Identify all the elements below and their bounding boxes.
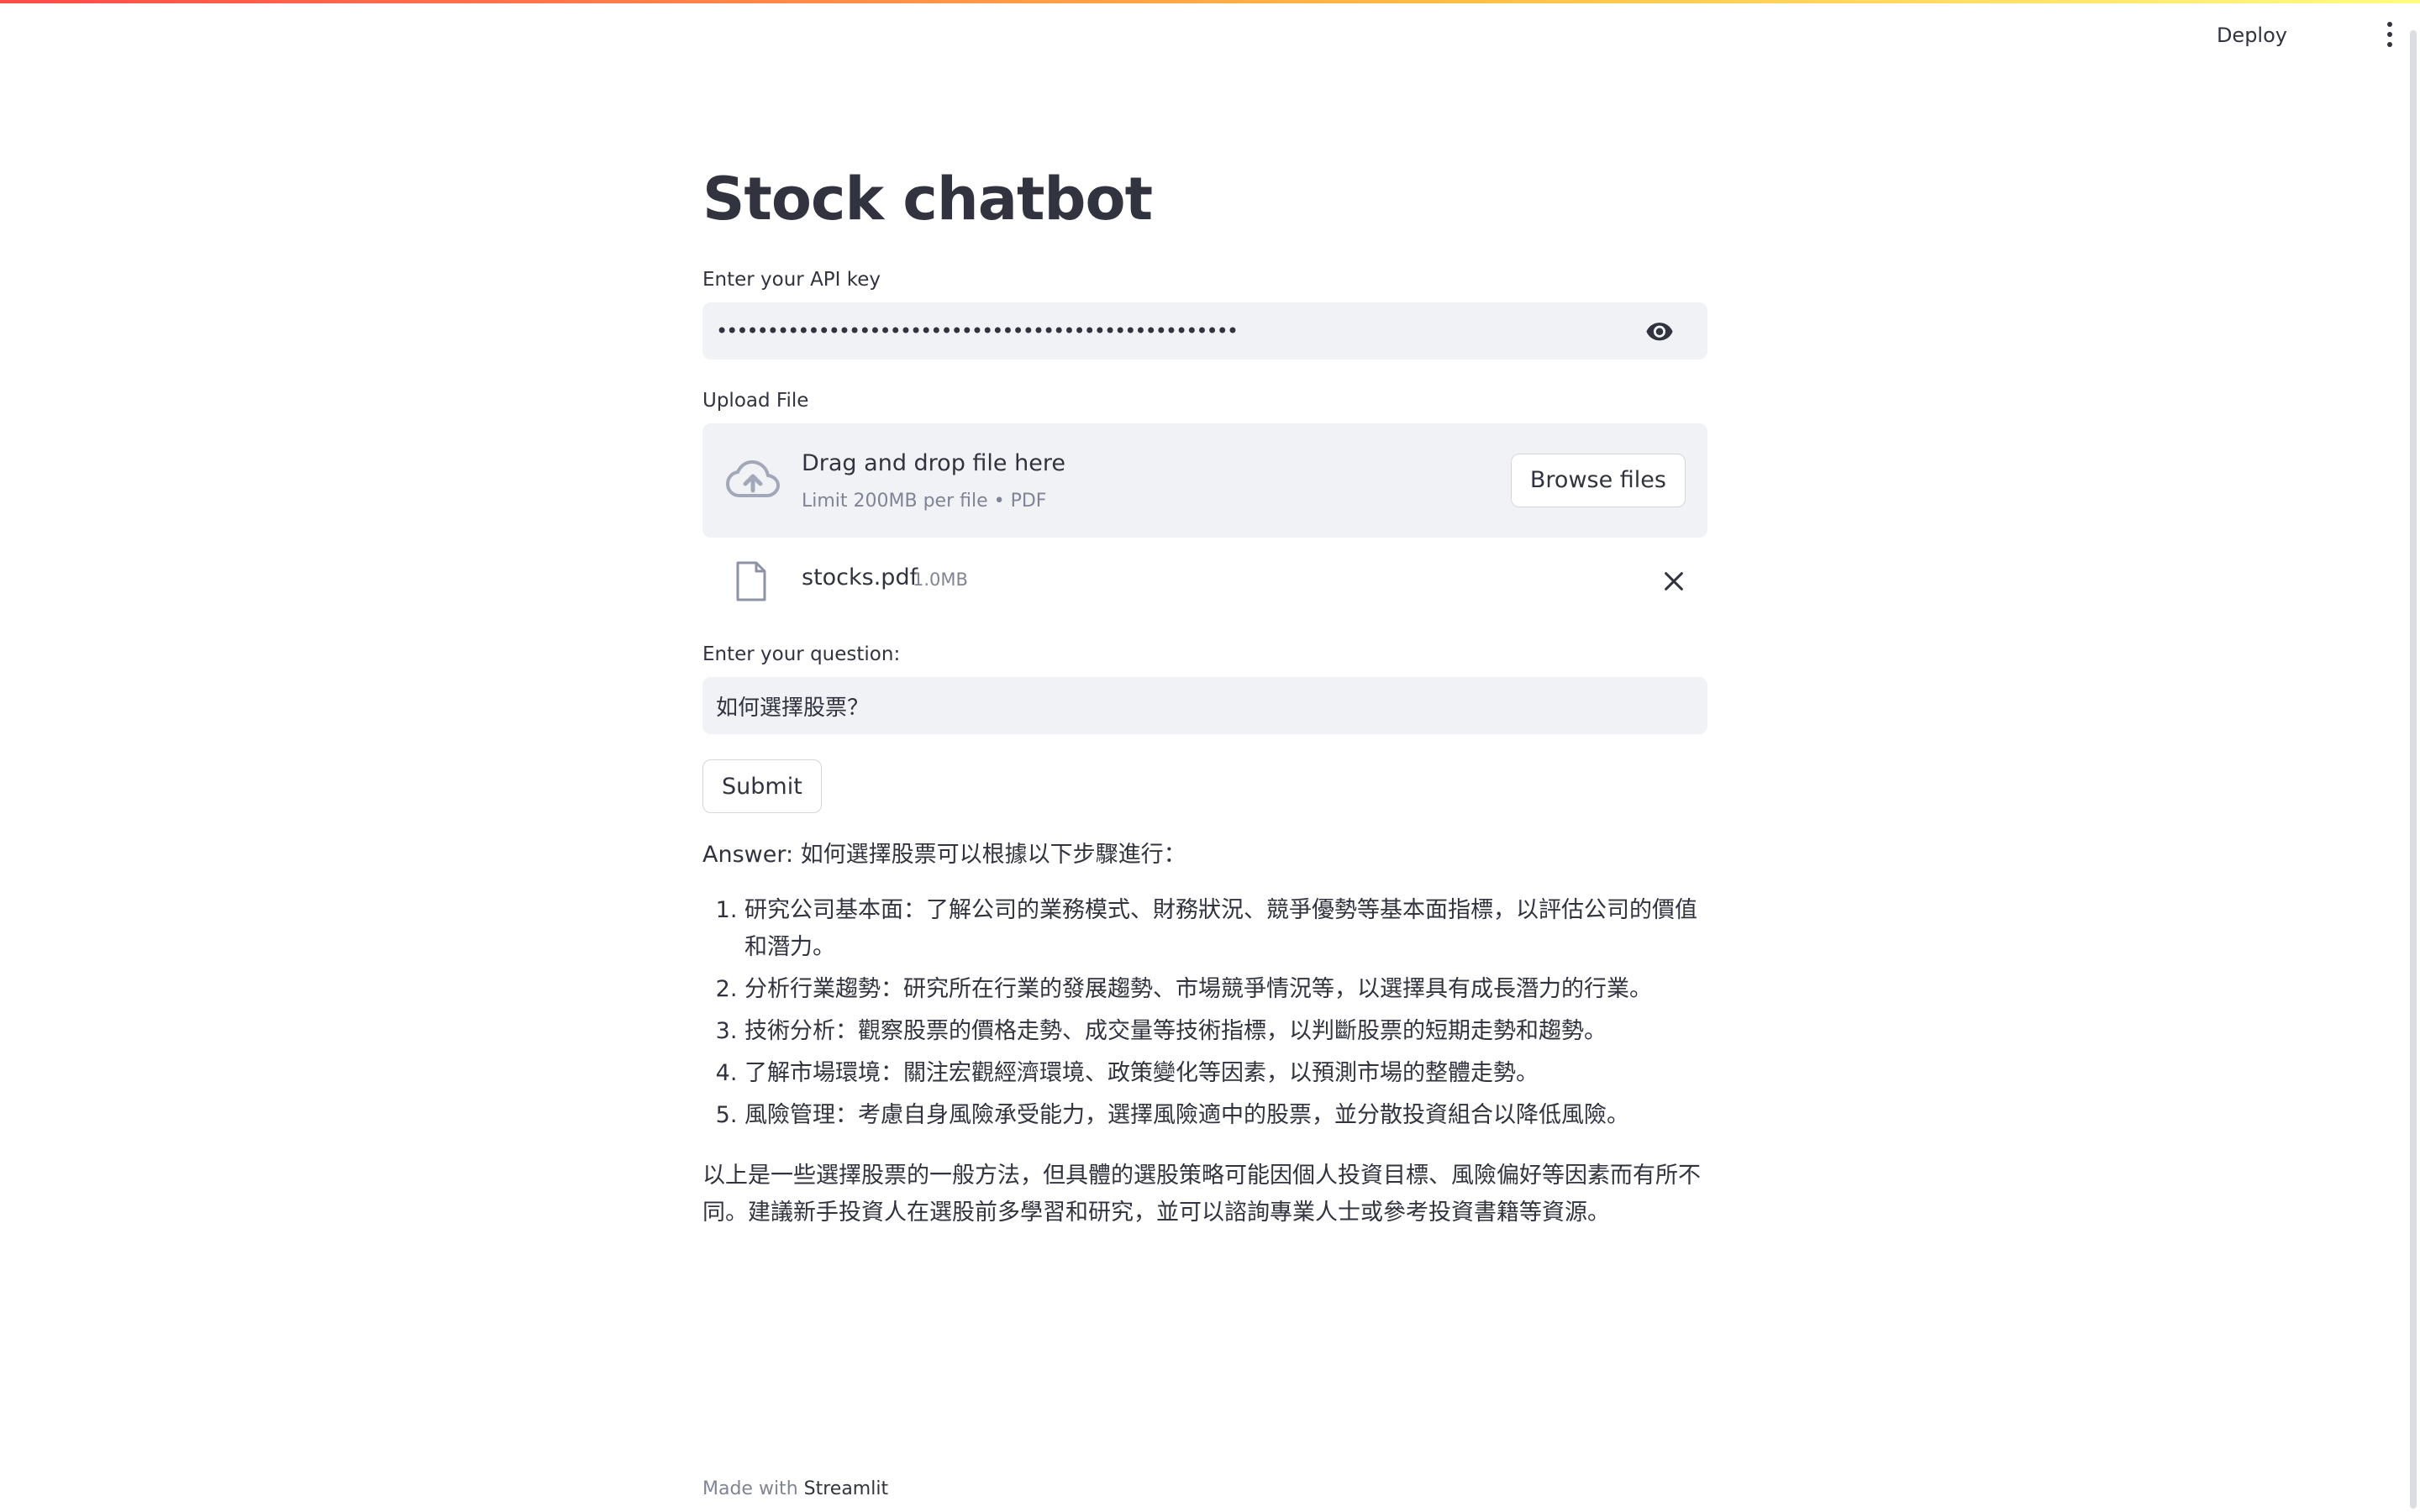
footer: Made with Streamlit <box>702 1478 888 1499</box>
question-label: Enter your question: <box>702 643 901 665</box>
dropzone-title: Drag and drop file here <box>802 450 1065 476</box>
answer-closing: 以上是一些選擇股票的一般方法，但具體的選股策略可能因個人投資目標、風險偏好等因素… <box>702 1163 1701 1226</box>
list-item: 了解市場環境：關注宏觀經濟環境、政策變化等因素，以預測市場的整體走勢。 <box>744 1055 1707 1092</box>
file-name: stocks.pdf <box>802 564 918 591</box>
api-key-input[interactable]: ••••••••••••••••••••••••••••••••••••••••… <box>702 302 1707 360</box>
answer-steps-list: 研究公司基本面：了解公司的業務模式、財務狀況、競爭優勢等基本面指標，以評估公司的… <box>702 892 1707 1134</box>
question-value: 如何選擇股票？ <box>716 695 870 721</box>
cloud-upload-icon <box>726 459 780 497</box>
file-size: 1.0MB <box>913 570 968 590</box>
api-key-label: Enter your API key <box>702 269 881 291</box>
footer-prefix: Made with <box>702 1478 798 1499</box>
list-item: 風險管理：考慮自身風險承受能力，選擇風險適中的股票，並分散投資組合以降低風險。 <box>744 1097 1707 1134</box>
eye-icon[interactable] <box>1645 317 1674 345</box>
browse-files-button[interactable]: Browse files <box>1510 454 1686 507</box>
page-title: Stock chatbot <box>702 165 1153 234</box>
list-item: 分析行業趨勢：研究所在行業的發展趨勢、市場競爭情況等，以選擇具有成長潛力的行業。 <box>744 971 1707 1008</box>
close-icon[interactable] <box>1662 570 1686 593</box>
kebab-menu-icon[interactable] <box>2381 22 2398 52</box>
upload-label: Upload File <box>702 390 809 412</box>
answer-intro: Answer: 如何選擇股票可以根據以下步驟進行： <box>702 842 1186 868</box>
deploy-button[interactable]: Deploy <box>2203 17 2301 54</box>
file-dropzone[interactable]: Drag and drop file here Limit 200MB per … <box>702 423 1707 538</box>
footer-brand-link[interactable]: Streamlit <box>804 1478 888 1499</box>
api-key-value: ••••••••••••••••••••••••••••••••••••••••… <box>716 319 1239 343</box>
scrollbar[interactable] <box>2410 30 2417 1509</box>
submit-button[interactable]: Submit <box>702 759 822 813</box>
app-header: Deploy <box>0 3 2420 67</box>
file-icon <box>736 561 766 601</box>
uploaded-file-row: stocks.pdf 1.0MB <box>702 551 1707 612</box>
list-item: 研究公司基本面：了解公司的業務模式、財務狀況、競爭優勢等基本面指標，以評估公司的… <box>744 892 1707 966</box>
list-item: 技術分析：觀察股票的價格走勢、成交量等技術指標，以判斷股票的短期走勢和趨勢。 <box>744 1013 1707 1050</box>
dropzone-subtitle: Limit 200MB per file • PDF <box>802 491 1047 512</box>
question-input[interactable]: 如何選擇股票？ <box>702 677 1707 734</box>
answer-block: Answer: 如何選擇股票可以根據以下步驟進行： 研究公司基本面：了解公司的業… <box>702 837 1707 1231</box>
